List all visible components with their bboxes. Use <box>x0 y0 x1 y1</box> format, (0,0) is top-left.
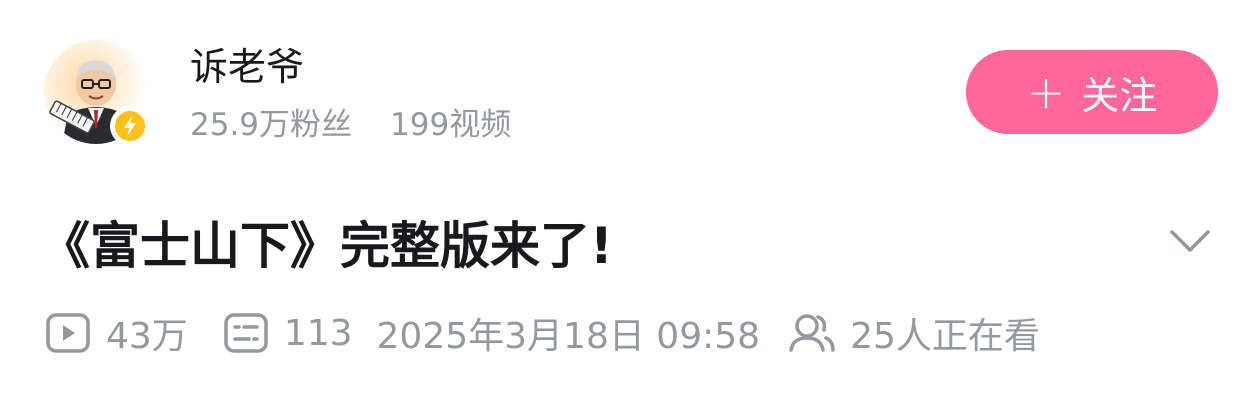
view-count-item: 43万 <box>44 307 188 359</box>
danmaku-count-item: 113 <box>222 309 353 357</box>
follow-button[interactable]: + 关注 <box>966 50 1218 134</box>
uploader-avatar[interactable] <box>44 40 152 148</box>
uploader-name[interactable]: 诉老爷 <box>190 42 304 92</box>
danmaku-count: 113 <box>283 312 353 354</box>
publish-time: 2025年3月18日 09:58 <box>377 307 761 359</box>
plus-icon: + <box>1026 65 1066 119</box>
video-count: 199视频 <box>390 107 512 143</box>
verified-badge-icon <box>110 106 150 146</box>
view-count: 43万 <box>106 316 188 357</box>
danmaku-icon <box>222 309 270 357</box>
uploader-stats: 25.9万粉丝 199视频 <box>190 104 511 146</box>
video-meta: 43万 113 2025年3月18日 09:58 25人正在看 <box>44 308 1040 358</box>
video-title: 《富士山下》完整版来了! <box>40 217 613 275</box>
chevron-down-icon[interactable] <box>1166 222 1214 262</box>
follow-label: 关注 <box>1081 73 1158 118</box>
video-info-panel: 诉老爷 25.9万粉丝 199视频 + 关注 《富士山下》完整版来了! 43万 <box>0 0 1260 400</box>
publish-time-text: 2025年3月18日 09:58 <box>376 316 761 357</box>
people-icon <box>788 309 836 357</box>
play-icon <box>44 309 92 357</box>
follower-count: 25.9万粉丝 <box>190 107 353 143</box>
watching-now-count: 25人正在看 <box>850 316 1040 357</box>
watching-now-item: 25人正在看 <box>788 307 1040 359</box>
